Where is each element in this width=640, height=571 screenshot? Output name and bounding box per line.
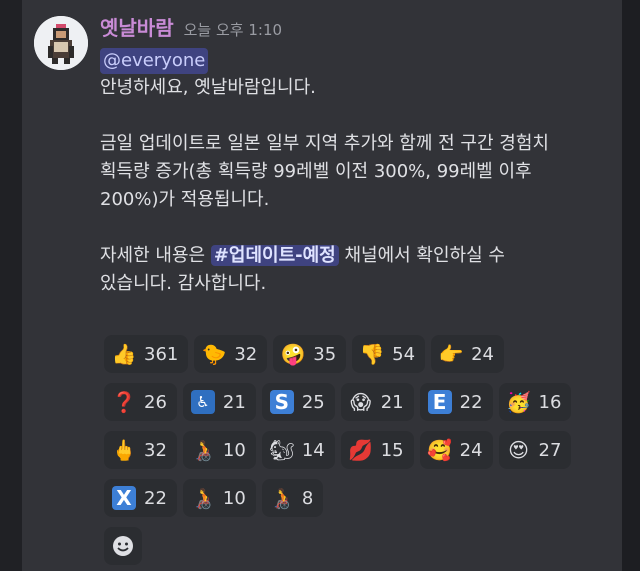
reaction-count: 22 <box>459 391 483 413</box>
reaction-wheelchair-symbol[interactable]: ♿ 21 <box>182 383 256 421</box>
add-reaction-button[interactable] <box>104 527 142 565</box>
reaction-row: X 22 🧑‍🦽 10 🧑‍🦽 8 <box>104 474 614 522</box>
message-line: 안녕하세요, 옛날바람입니다. <box>100 77 316 98</box>
letter-e-icon: E <box>427 390 452 414</box>
reaction-screaming-face[interactable]: 😱 21 <box>340 383 414 421</box>
message-line: 금일 업데이트로 일본 일부 지역 추가와 함께 전 구간 경험치 <box>100 133 549 154</box>
reaction-count: 361 <box>144 343 179 365</box>
reaction-count: 25 <box>301 391 325 413</box>
discord-message-view: 옛날바람 오늘 오후 1:10 @everyone 안녕하세요, 옛날바람입니다… <box>0 0 640 571</box>
reaction-count: 8 <box>301 487 314 509</box>
reaction-count: 10 <box>222 439 246 461</box>
reaction-count: 24 <box>459 439 483 461</box>
detail-prefix: 자세한 내용은 <box>100 245 211 266</box>
heart-eyes-icon: 😍 <box>508 438 529 462</box>
right-edge <box>622 0 640 571</box>
reaction-smiling-hearts[interactable]: 🥰 24 <box>419 431 493 469</box>
person-wheelchair-icon: 🧑‍🦽 <box>190 438 216 462</box>
reaction-chipmunk[interactable]: 🐿 14 <box>261 431 335 469</box>
username[interactable]: 옛날바람 <box>100 12 174 41</box>
letter-s-icon: S <box>269 390 294 414</box>
reaction-row: ❓ 26 ♿ 21 S 25 😱 21 E 22 🥳 16 <box>104 378 614 426</box>
reaction-thumbs-up[interactable]: 👍 361 <box>104 335 189 373</box>
reaction-row: 👍 361 🐤 32 🤪 35 👎 54 👉 24 <box>104 330 614 378</box>
timestamp[interactable]: 오늘 오후 1:10 <box>184 19 282 40</box>
reaction-chick[interactable]: 🐤 32 <box>194 335 268 373</box>
reaction-person-wheelchair[interactable]: 🧑‍🦽 10 <box>182 431 256 469</box>
everyone-mention[interactable]: @everyone <box>100 48 209 74</box>
reaction-partying-face[interactable]: 🥳 16 <box>498 383 572 421</box>
reaction-heart-eyes[interactable]: 😍 27 <box>498 431 572 469</box>
smiling-hearts-icon: 🥰 <box>427 438 453 462</box>
zany-face-icon: 🤪 <box>280 342 306 366</box>
reaction-letter-x[interactable]: X 22 <box>104 479 177 517</box>
wheelchair-symbol-icon: ♿ <box>190 390 215 414</box>
reaction-count: 14 <box>301 439 325 461</box>
partying-face-icon: 🥳 <box>506 390 531 414</box>
reaction-point-left[interactable]: 👉 24 <box>431 335 504 373</box>
reaction-row <box>104 522 614 570</box>
reaction-letter-e[interactable]: E 22 <box>419 383 493 421</box>
person-wheelchair-icon: 🧑‍🦽 <box>269 486 295 510</box>
red-question-icon: ❓ <box>111 390 137 414</box>
chick-icon: 🐤 <box>201 342 227 366</box>
person-wheelchair-icon: 🧑‍🦽 <box>190 486 216 510</box>
reaction-middle-finger[interactable]: 🖕 32 <box>104 431 177 469</box>
reaction-count: 10 <box>222 487 246 509</box>
message-content: 옛날바람 오늘 오후 1:10 @everyone 안녕하세요, 옛날바람입니다… <box>100 12 620 298</box>
point-left-icon: 👉 <box>438 342 464 366</box>
reactions-bar: 👍 361 🐤 32 🤪 35 👎 54 👉 24 ❓ 26 ♿ 21 S 25 😱 21 E 22… <box>104 330 614 570</box>
screaming-face-icon: 😱 <box>350 390 372 414</box>
message-line: 획득량 증가(총 획득량 99레벨 이전 300%, 99레벨 이후 <box>100 161 532 182</box>
reaction-count: 54 <box>392 343 416 365</box>
reaction-count: 21 <box>222 391 246 413</box>
reaction-count: 16 <box>538 391 562 413</box>
message-line: 200%)가 적용됩니다. <box>100 189 270 210</box>
reaction-row: 🖕 32 🧑‍🦽 10 🐿 14 💋 15 🥰 24 😍 27 <box>104 426 614 474</box>
letter-x-icon: X <box>112 486 136 510</box>
reaction-zany-face[interactable]: 🤪 35 <box>273 335 347 373</box>
reaction-question[interactable]: ❓ 26 <box>104 383 177 421</box>
chipmunk-icon: 🐿 <box>269 438 295 462</box>
middle-finger-icon: 🖕 <box>111 438 137 462</box>
reaction-person-wheelchair-2[interactable]: 🧑‍🦽 10 <box>182 479 256 517</box>
smiley-icon <box>113 536 133 556</box>
reaction-count: 26 <box>144 391 167 413</box>
reaction-count: 35 <box>313 343 337 365</box>
avatar[interactable] <box>34 16 88 70</box>
reaction-count: 22 <box>144 487 167 509</box>
message-line: 자세한 내용은 #업데이트-예정 채널에서 확인하실 수 <box>100 242 620 270</box>
message-header: 옛날바람 오늘 오후 1:10 <box>100 12 620 46</box>
reaction-thumbs-down[interactable]: 👎 54 <box>352 335 426 373</box>
thumbs-down-icon: 👎 <box>359 342 385 366</box>
reaction-count: 15 <box>380 439 404 461</box>
left-edge <box>0 0 22 571</box>
detail-suffix: 채널에서 확인하실 수 <box>338 245 505 266</box>
reaction-person-wheelchair-3[interactable]: 🧑‍🦽 8 <box>261 479 324 517</box>
lips-icon: 💋 <box>348 438 374 462</box>
reaction-count: 27 <box>538 439 562 461</box>
pixel-character-icon <box>34 16 88 70</box>
channel-link[interactable]: #업데이트-예정 <box>210 245 339 266</box>
reaction-count: 32 <box>234 343 258 365</box>
reaction-count: 21 <box>380 391 404 413</box>
reaction-count: 24 <box>471 343 494 365</box>
thumbs-up-icon: 👍 <box>111 342 137 366</box>
reaction-letter-s[interactable]: S 25 <box>261 383 335 421</box>
reaction-lips[interactable]: 💋 15 <box>340 431 414 469</box>
reaction-count: 32 <box>144 439 167 461</box>
message-line: 있습니다. 감사합니다. <box>100 273 267 294</box>
